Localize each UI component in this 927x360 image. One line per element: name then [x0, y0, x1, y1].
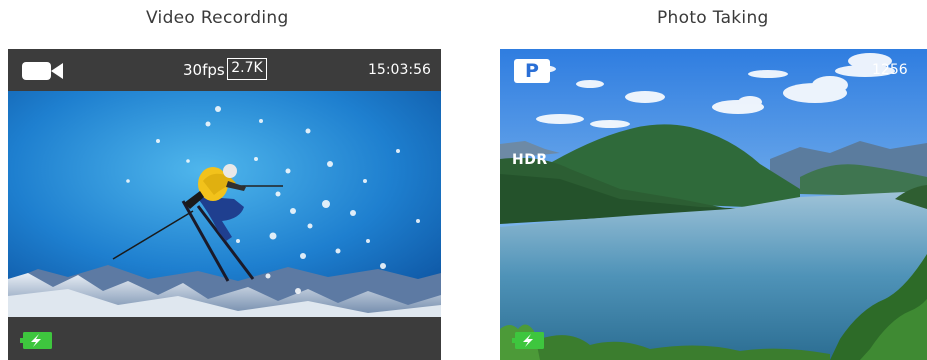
battery-charging-icon [512, 332, 544, 349]
resolution-label: 2.7K [227, 58, 267, 80]
video-preview [8, 91, 441, 317]
photo-taking-screen: P 1256 HDR [500, 49, 927, 360]
shots-remaining-count: 1256 [872, 62, 908, 78]
video-recording-caption: Video Recording [146, 8, 289, 28]
photo-mode-badge: P [514, 59, 550, 83]
video-status-bar: 30fps 2.7K 15:03:56 [8, 49, 441, 91]
video-camera-icon [22, 62, 63, 80]
skier-scene-image [8, 91, 441, 317]
lake-landscape-image [500, 49, 927, 360]
photo-taking-caption: Photo Taking [657, 8, 769, 28]
battery-charging-icon [20, 332, 52, 349]
hdr-indicator: HDR [512, 152, 548, 168]
frame-rate-label: 30fps [183, 61, 225, 79]
recording-time: 15:03:56 [368, 62, 431, 78]
video-bottom-bar [8, 317, 441, 360]
video-recording-screen: 30fps 2.7K 15:03:56 [8, 49, 441, 360]
